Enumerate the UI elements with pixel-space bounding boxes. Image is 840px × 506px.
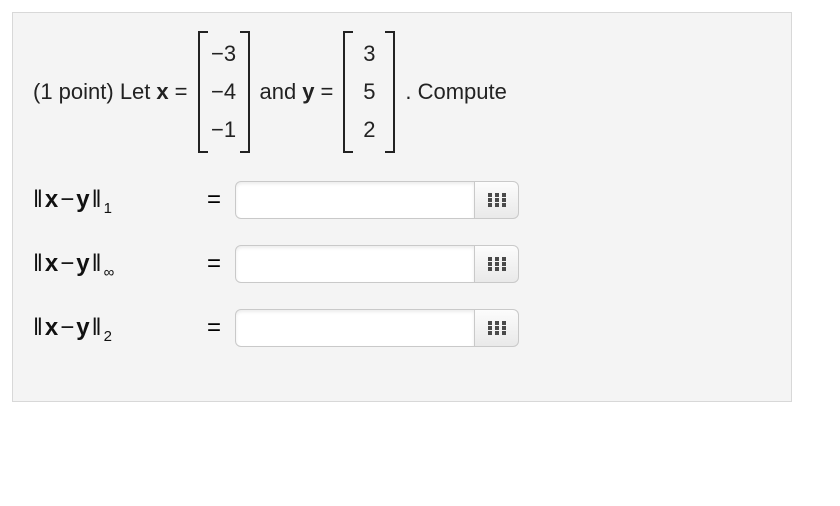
subscript-1: 1: [104, 200, 112, 217]
equals-1: =: [175, 79, 188, 105]
bars-close: ‖: [92, 314, 102, 342]
x-in-norm: x: [45, 186, 58, 214]
answer-group-2norm: [235, 309, 519, 347]
norm-inf-label: ‖ x − y ‖ ∞: [33, 250, 203, 278]
keypad-button-1norm[interactable]: [475, 181, 519, 219]
y-in-norm: y: [76, 314, 89, 342]
bars-close: ‖: [92, 250, 102, 278]
equals-sign: =: [207, 314, 221, 342]
vector-x-entry: −4: [208, 73, 240, 111]
bars-open: ‖: [33, 250, 43, 278]
question-panel: (1 point) Let x = −3 −4 −1 and y = 3 5 2…: [12, 12, 792, 402]
minus: −: [60, 314, 74, 342]
vector-x-entry: −1: [208, 111, 240, 149]
variable-x: x: [156, 79, 168, 105]
answer-row-2norm: ‖ x − y ‖ 2 =: [33, 309, 771, 347]
bars-close: ‖: [92, 186, 102, 214]
question-prompt: (1 point) Let x = −3 −4 −1 and y = 3 5 2…: [33, 31, 771, 153]
vector-y-entry: 2: [353, 111, 385, 149]
vector-y: 3 5 2: [343, 31, 395, 153]
y-in-norm: y: [76, 186, 89, 214]
subscript-2: 2: [104, 328, 112, 345]
subscript-inf: ∞: [104, 264, 115, 281]
y-in-norm: y: [76, 250, 89, 278]
minus: −: [60, 250, 74, 278]
x-in-norm: x: [45, 314, 58, 342]
answer-group-infnorm: [235, 245, 519, 283]
x-in-norm: x: [45, 250, 58, 278]
minus: −: [60, 186, 74, 214]
answer-input-infnorm[interactable]: [235, 245, 475, 283]
points-prefix: (1 point) Let: [33, 79, 150, 105]
norm-1-label: ‖ x − y ‖ 1: [33, 186, 203, 214]
keypad-icon: [488, 257, 506, 271]
bars-open: ‖: [33, 186, 43, 214]
keypad-button-infnorm[interactable]: [475, 245, 519, 283]
and-text: and: [260, 79, 297, 105]
equals-sign: =: [207, 250, 221, 278]
norm-2-label: ‖ x − y ‖ 2: [33, 314, 203, 342]
vector-y-entry: 3: [353, 35, 385, 73]
variable-y: y: [302, 79, 314, 105]
keypad-button-2norm[interactable]: [475, 309, 519, 347]
equals-2: =: [320, 79, 333, 105]
answer-input-1norm[interactable]: [235, 181, 475, 219]
answer-group-1norm: [235, 181, 519, 219]
equals-sign: =: [207, 186, 221, 214]
answer-input-2norm[interactable]: [235, 309, 475, 347]
bars-open: ‖: [33, 314, 43, 342]
keypad-icon: [488, 193, 506, 207]
answer-row-1norm: ‖ x − y ‖ 1 =: [33, 181, 771, 219]
answer-row-infnorm: ‖ x − y ‖ ∞ =: [33, 245, 771, 283]
keypad-icon: [488, 321, 506, 335]
vector-y-entry: 5: [353, 73, 385, 111]
vector-x: −3 −4 −1: [198, 31, 250, 153]
compute-text: . Compute: [405, 79, 507, 105]
vector-x-entry: −3: [208, 35, 240, 73]
